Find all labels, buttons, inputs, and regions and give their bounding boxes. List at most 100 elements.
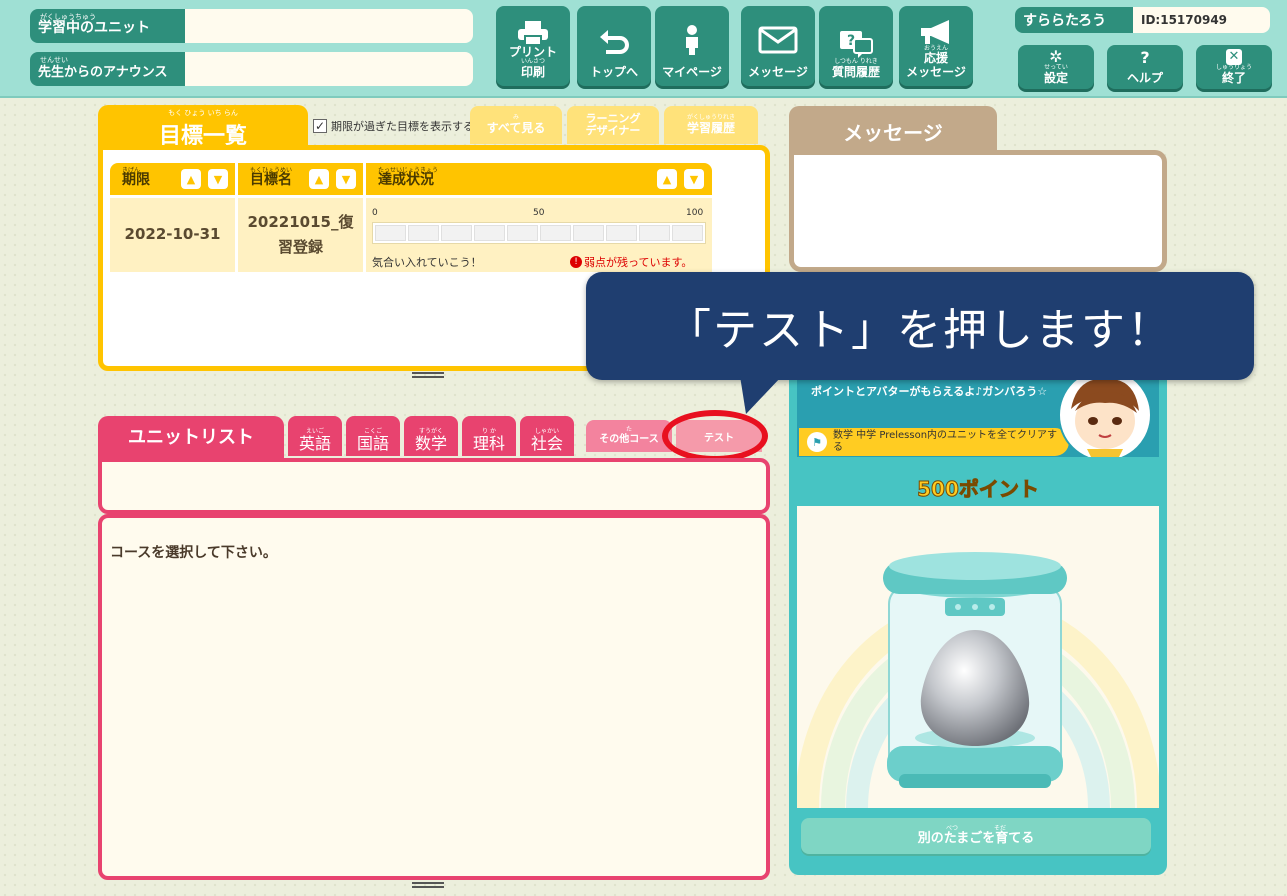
weakness-warning: ! 弱点が残っています。 — [570, 254, 692, 270]
subject-tab-english[interactable]: えいご 英語 — [288, 416, 342, 456]
sort-desc-goal-button[interactable]: ▼ — [336, 169, 356, 189]
triangle-down-icon: ▼ — [689, 172, 699, 186]
progress-segment — [474, 225, 505, 241]
unit-list-box: コースを選択して下さい。 — [98, 514, 770, 880]
mission-reward-text: ポイントとアバターがもらえるよ♪ガンバろう☆ — [811, 385, 1048, 398]
subject-label: 英語 — [298, 434, 331, 454]
help-button[interactable]: ? ヘルプ — [1107, 45, 1183, 89]
points-banner: 500ポイント — [797, 468, 1159, 506]
resize-handle-bottom[interactable] — [412, 882, 444, 888]
cheer-label: 応援 — [923, 51, 948, 66]
learning-unit-field — [185, 9, 473, 43]
sort-asc-deadline-button[interactable]: ▲ — [181, 169, 201, 189]
sort-asc-goal-button[interactable]: ▲ — [309, 169, 329, 189]
triangle-down-icon: ▼ — [213, 172, 223, 186]
top-button[interactable]: トップへ — [577, 6, 651, 86]
announcement-label: せんせい 先生からのアナウンス — [30, 52, 185, 86]
learning-history-button[interactable]: がくしゅうりれき 学習履歴 — [664, 106, 758, 144]
message-button[interactable]: メッセージ — [741, 6, 815, 86]
subject-tab-social[interactable]: しゃかい 社会 — [520, 416, 574, 456]
learning-history-label: 学習履歴 — [686, 120, 735, 135]
progress-segment — [573, 225, 604, 241]
messages-tab-label: メッセージ — [843, 120, 943, 145]
test-tab-highlight — [662, 410, 768, 462]
subject-label: 理科 — [472, 434, 505, 454]
mission-strip: ⚑ 数学 中学 Prelesson内のユニットを全てクリアする — [799, 428, 1069, 456]
settings-label: 設定 — [1043, 70, 1068, 85]
egg-capsule-illustration — [795, 552, 1161, 809]
user-id-text: ID:15170949 — [1141, 13, 1228, 27]
learning-unit-ruby: がくしゅうちゅう — [40, 13, 96, 21]
print-button[interactable]: プリント いんさつ 印刷 — [496, 6, 570, 86]
question-bubble-icon: ? — [840, 31, 873, 59]
progress-segment — [540, 225, 571, 241]
weakness-warning-text: 弱点が残っています。 — [584, 256, 693, 269]
progress-segment — [507, 225, 538, 241]
learning-designer-button[interactable]: ラーニング デザイナー — [567, 106, 659, 144]
progress-bar — [372, 222, 706, 244]
messages-tab[interactable]: メッセージ — [789, 106, 997, 156]
scale-min: 0 — [372, 208, 378, 218]
envelope-icon — [758, 26, 798, 54]
print-label: プリント — [508, 44, 557, 59]
subject-label: 国語 — [356, 434, 389, 454]
close-icon: ✕ — [1226, 49, 1242, 66]
progress-segment — [408, 225, 439, 241]
announcement-ruby: せんせい — [40, 56, 68, 64]
question-icon: ? — [1140, 47, 1150, 67]
progress-segment — [375, 225, 406, 241]
question-history-button[interactable]: ? しつもん りれき 質問履歴 — [819, 6, 893, 86]
col-goal-name-ruby: もくひょうめい — [250, 167, 293, 174]
subject-tab-science[interactable]: り か理科 — [462, 416, 516, 456]
other-course-ruby: た — [625, 426, 632, 434]
announcement-field — [185, 52, 473, 86]
quit-label: 終了 — [1221, 70, 1246, 85]
quit-button[interactable]: ✕ しゅうりょう 終了 — [1196, 45, 1272, 89]
show-expired-checkbox[interactable]: ✓ — [313, 119, 327, 133]
progress-segment — [672, 225, 703, 241]
print-label2: 印刷 — [520, 65, 545, 80]
show-expired-option[interactable]: ✓ 期限が過ぎた目標を表示する — [313, 118, 474, 134]
resize-handle[interactable] — [412, 372, 444, 378]
sort-asc-progress-button[interactable]: ▲ — [657, 169, 677, 189]
cheer-message-button[interactable]: おうえん 応援 メッセージ — [899, 6, 973, 86]
subject-tab-japanese[interactable]: こくご 国語 — [346, 416, 400, 456]
triangle-up-icon: ▲ — [186, 172, 196, 186]
goal-name-cell[interactable]: 20221015_復習登録 — [238, 198, 363, 272]
top-header: がくしゅうちゅう 学習中のユニット せんせい 先生からのアナウンス プリント い… — [0, 0, 1287, 98]
instruction-callout: 「テスト」を押します！ — [586, 272, 1254, 380]
grow-another-egg-button[interactable]: べつ そだ 別のたまごを育てる — [801, 818, 1151, 854]
scale-mid: 50 — [533, 208, 545, 218]
sort-desc-progress-button[interactable]: ▼ — [684, 169, 704, 189]
subject-label: 数学 — [414, 434, 447, 454]
unit-list-tab[interactable]: ユニットリスト — [98, 416, 284, 460]
unit-list-tab-label: ユニットリスト — [128, 427, 254, 448]
points-text: 500ポイント — [917, 476, 1040, 501]
user-name: すららたろう — [1015, 7, 1133, 33]
mypage-button[interactable]: マイページ — [655, 6, 729, 86]
sort-desc-deadline-button[interactable]: ▼ — [208, 169, 228, 189]
user-id: ID:15170949 — [1133, 7, 1270, 33]
see-all-label: すべて見る — [486, 120, 546, 135]
other-course-tab[interactable]: た その他コース — [586, 420, 672, 452]
triangle-up-icon: ▲ — [662, 172, 672, 186]
goal-name-text: 20221015_復習登録 — [247, 212, 354, 257]
exclamation-icon: ! — [570, 256, 582, 268]
show-expired-label: 期限が過ぎた目標を表示する — [331, 120, 474, 133]
col-deadline-ruby: きげん — [122, 167, 141, 174]
subject-tab-math[interactable]: すうがく 数学 — [404, 416, 458, 456]
progress-segment — [441, 225, 472, 241]
col-progress-ruby: たっせいじょうきょう — [378, 167, 439, 174]
settings-button[interactable]: ✲ せってい 設定 — [1018, 45, 1094, 89]
top-label: トップへ — [589, 65, 638, 80]
subject-label: 社会 — [530, 434, 563, 454]
unit-empty-message: コースを選択して下さい。 — [110, 545, 277, 561]
messages-box — [789, 150, 1167, 272]
goals-tab-ruby: もく ひょう いち らん — [168, 109, 238, 117]
scale-max: 100 — [686, 208, 704, 218]
see-all-button[interactable]: み すべて見る — [470, 106, 562, 144]
egg-display — [795, 506, 1161, 809]
mypage-label: マイページ — [662, 65, 722, 80]
progress-segment — [639, 225, 670, 241]
goal-deadline-cell: 2022-10-31 — [110, 198, 235, 272]
